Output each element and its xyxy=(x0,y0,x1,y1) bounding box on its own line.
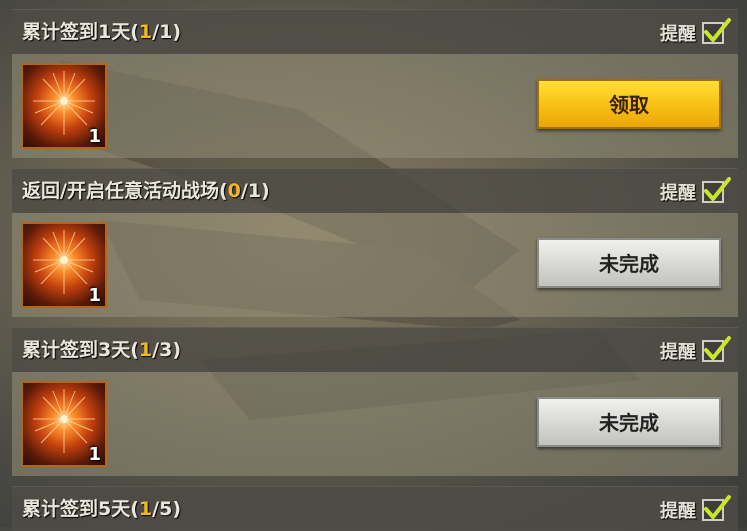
task-row: 累计签到1天(1/1) 提醒 1 领取 xyxy=(12,9,738,158)
checkmark-icon xyxy=(704,177,731,201)
task-header: 累计签到5天(1/5) 提醒 xyxy=(12,486,738,531)
task-title: 累计签到5天(1/5) xyxy=(22,498,181,520)
checkmark-icon xyxy=(704,495,731,519)
reward-count: 1 xyxy=(88,285,101,306)
task-header: 返回/开启任意活动战场(0/1) 提醒 xyxy=(12,168,738,213)
claim-button[interactable]: 领取 xyxy=(537,79,721,129)
reminder-toggle[interactable]: 提醒 xyxy=(660,18,731,46)
task-title: 返回/开启任意活动战场(0/1) xyxy=(22,180,270,202)
incomplete-button[interactable]: 未完成 xyxy=(537,238,721,288)
reward-count: 1 xyxy=(88,126,101,147)
task-body: 1 领取 xyxy=(12,54,738,158)
reminder-label: 提醒 xyxy=(660,24,696,45)
task-body: 1 未完成 xyxy=(12,213,738,317)
checkmark-icon xyxy=(704,18,731,42)
task-header: 累计签到1天(1/1) 提醒 xyxy=(12,9,738,54)
reminder-label: 提醒 xyxy=(660,501,696,522)
reminder-label: 提醒 xyxy=(660,342,696,363)
reminder-checkbox[interactable] xyxy=(702,177,731,203)
reward-item[interactable]: 1 xyxy=(21,63,107,149)
reward-item[interactable]: 1 xyxy=(21,381,107,467)
task-row: 累计签到5天(1/5) 提醒 xyxy=(12,486,738,531)
reminder-label: 提醒 xyxy=(660,183,696,204)
task-title: 累计签到3天(1/3) xyxy=(22,339,181,361)
reminder-checkbox[interactable] xyxy=(702,18,731,44)
task-header: 累计签到3天(1/3) 提醒 xyxy=(12,327,738,372)
task-title: 累计签到1天(1/1) xyxy=(22,21,181,43)
checkmark-icon xyxy=(704,336,731,360)
reminder-toggle[interactable]: 提醒 xyxy=(660,495,731,523)
reward-item[interactable]: 1 xyxy=(21,222,107,308)
reminder-toggle[interactable]: 提醒 xyxy=(660,177,731,205)
reminder-toggle[interactable]: 提醒 xyxy=(660,336,731,364)
task-row: 返回/开启任意活动战场(0/1) 提醒 1 未完成 xyxy=(12,168,738,317)
reminder-checkbox[interactable] xyxy=(702,495,731,521)
task-body: 1 未完成 xyxy=(12,372,738,476)
reward-count: 1 xyxy=(88,444,101,465)
reminder-checkbox[interactable] xyxy=(702,336,731,362)
incomplete-button[interactable]: 未完成 xyxy=(537,397,721,447)
task-row: 累计签到3天(1/3) 提醒 1 未完成 xyxy=(12,327,738,476)
